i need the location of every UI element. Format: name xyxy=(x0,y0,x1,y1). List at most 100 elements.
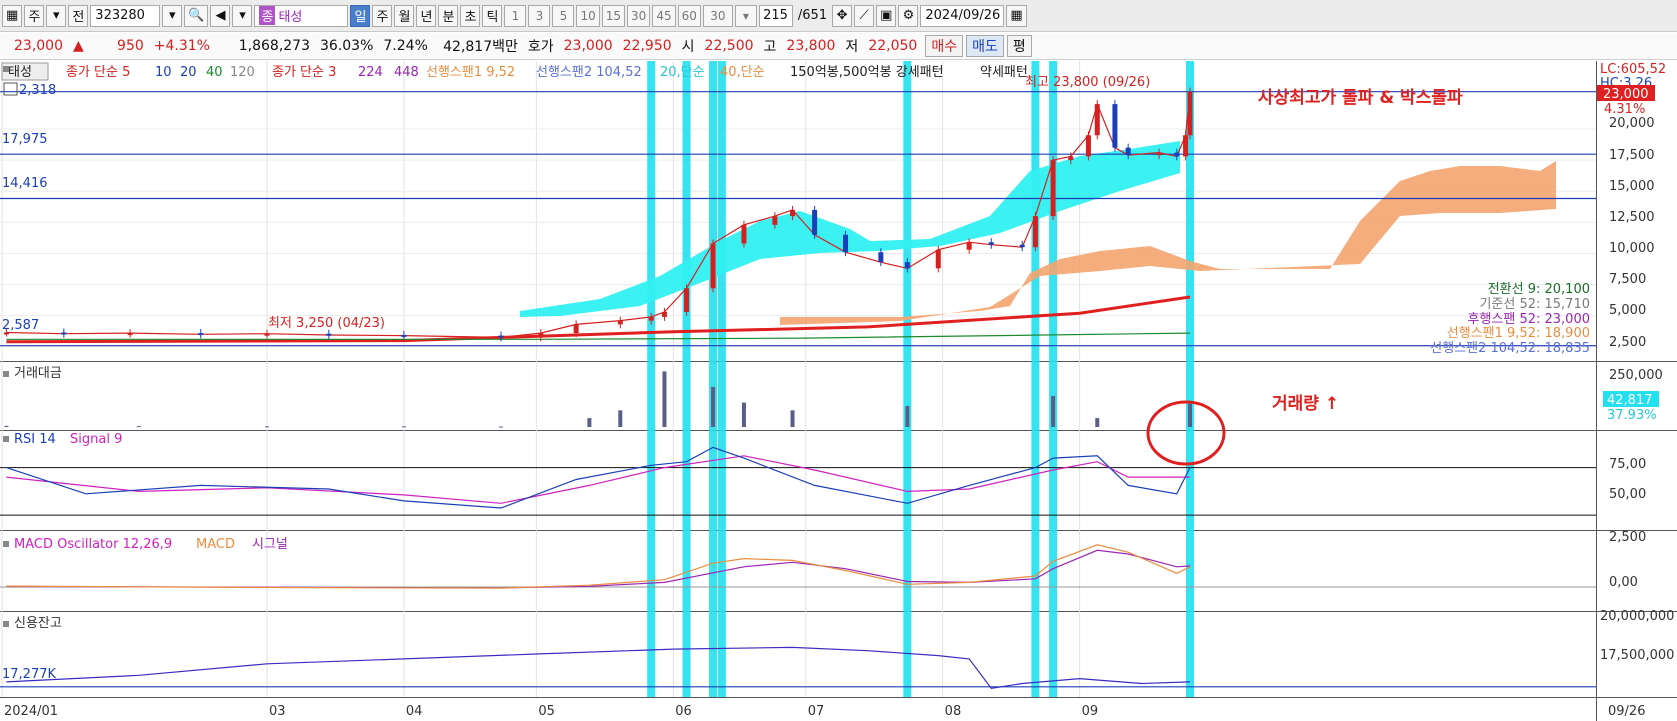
code-dropdown-icon[interactable]: ▾ xyxy=(162,4,183,27)
ytick-credit: 20,000,000 xyxy=(1600,609,1674,624)
chevron-down-icon[interactable]: ▾ xyxy=(46,4,67,27)
next-stock-icon[interactable]: ▾ xyxy=(232,4,253,27)
x-tick-label: 07 xyxy=(808,704,825,719)
candle-body xyxy=(812,209,818,235)
interval-10[interactable]: 10 xyxy=(576,4,600,27)
interval-select[interactable]: 30 xyxy=(702,4,733,27)
interval-dropdown-icon[interactable]: ▾ xyxy=(734,4,757,27)
volume-bar xyxy=(4,425,9,427)
candle-body xyxy=(127,333,133,336)
draw-line-icon[interactable]: ⟋ xyxy=(854,4,875,27)
volume-bar xyxy=(264,426,269,428)
interval-60[interactable]: 60 xyxy=(677,4,701,27)
candle-body xyxy=(1068,156,1074,161)
interval-15[interactable]: 15 xyxy=(601,4,626,27)
panel-toggle-icon[interactable] xyxy=(3,621,9,627)
code-input[interactable]: 323280 xyxy=(90,4,161,27)
candle-body xyxy=(1085,135,1091,157)
count-total: /651 xyxy=(797,8,828,23)
period-button-all[interactable]: 전 xyxy=(68,4,89,27)
tab-timeframe-minute[interactable]: 분 xyxy=(438,4,459,27)
legend-ma10: 10 xyxy=(155,65,172,80)
candle-body xyxy=(538,333,544,338)
panel-toggle-icon[interactable] xyxy=(3,371,9,377)
panel-toggle-icon[interactable] xyxy=(3,541,9,547)
ytick-macd: 2,500 xyxy=(1609,530,1646,545)
current-date-label: 09/26 xyxy=(1608,704,1645,719)
low-label: 저 xyxy=(845,39,859,55)
ask-label: 호가 xyxy=(527,39,554,55)
ytick-macd: 0,00 xyxy=(1609,575,1638,590)
count-input[interactable]: 215 xyxy=(758,4,793,27)
tab-timeframe-day[interactable]: 일 xyxy=(350,4,371,27)
macd-label: MACD xyxy=(196,537,235,552)
search-icon[interactable]: 🔍 xyxy=(184,4,209,27)
ytick-price: 7,500 xyxy=(1609,272,1646,287)
change-percent: +4.31% xyxy=(153,38,210,54)
ytick-price: 2,500 xyxy=(1609,335,1646,350)
credit-left-label: 17,277K xyxy=(2,667,56,682)
volume-bar xyxy=(662,371,667,427)
volume-bar xyxy=(905,405,910,427)
candle-body xyxy=(843,234,849,253)
prev-stock-icon[interactable]: ◀ xyxy=(210,4,231,27)
candle-body xyxy=(198,333,204,336)
save-icon[interactable]: ▣ xyxy=(876,4,897,27)
legend-ma224: 224 xyxy=(358,65,383,80)
candle-body xyxy=(1187,91,1193,136)
sell-button[interactable]: 매도 xyxy=(966,35,1004,57)
interval-5[interactable]: 5 xyxy=(552,4,575,27)
x-tick-label: 2024/01 xyxy=(4,704,58,719)
tab-timeframe-year[interactable]: 년 xyxy=(416,4,437,27)
hline-label: 17,975 xyxy=(2,132,48,147)
volume-bar xyxy=(741,402,746,427)
current-price: 23,000 xyxy=(14,38,63,54)
interval-30[interactable]: 30 xyxy=(627,4,651,27)
hline-label: 2,587 xyxy=(2,318,39,333)
volume-bar xyxy=(1188,403,1192,427)
legend-ma-close3: 종가 단순 3 xyxy=(272,65,336,80)
ytick-rsi: 50,00 xyxy=(1609,487,1646,502)
tab-timeframe-month[interactable]: 월 xyxy=(394,4,415,27)
max-note: 최고 23,800 (09/26) xyxy=(1025,75,1150,90)
candle-body xyxy=(988,242,994,245)
candle-body xyxy=(1125,147,1131,156)
stock-chart[interactable]: 태성 종가 단순 5 10 20 40 120 종가 단순 3 224 448 … xyxy=(0,61,1677,721)
tab-timeframe-tick[interactable]: 틱 xyxy=(482,4,503,27)
tab-timeframe-second[interactable]: 초 xyxy=(460,4,481,27)
stock-name: 태성 xyxy=(278,10,303,25)
candle-body xyxy=(790,209,796,217)
layout-icon[interactable]: ▦ xyxy=(2,4,23,27)
highlight-band xyxy=(709,61,718,697)
macd-title: MACD Oscillator 12,26,9 xyxy=(14,537,172,552)
panel-toggle-icon[interactable] xyxy=(3,66,9,72)
legend-stock: 태성 xyxy=(8,65,32,80)
candle-body xyxy=(1112,104,1118,148)
high-price: 23,800 xyxy=(786,38,836,54)
ytick-price: 15,000 xyxy=(1609,179,1655,194)
panel-toggle-icon[interactable] xyxy=(3,436,9,442)
eval-button[interactable]: 평 xyxy=(1006,35,1032,57)
buy-button[interactable]: 매수 xyxy=(925,35,964,57)
tab-timeframe-week[interactable]: 주 xyxy=(372,4,393,27)
stock-name-field[interactable]: 종 태성 xyxy=(254,4,349,27)
open-price: 22,500 xyxy=(704,38,754,54)
candle-body xyxy=(684,288,690,312)
calendar-icon[interactable]: ▦ xyxy=(1006,4,1027,27)
macd-signal-label: 시그널 xyxy=(252,537,288,552)
period-button-week[interactable]: 주 xyxy=(24,4,45,27)
interval-3[interactable]: 3 xyxy=(528,4,551,27)
volume-bar xyxy=(499,426,504,428)
candle-body xyxy=(710,243,716,289)
interval-1[interactable]: 1 xyxy=(504,4,527,27)
min-note: 최저 3,250 (04/23) xyxy=(268,316,385,331)
volume-pct: 37.93% xyxy=(1607,408,1657,423)
stock-prefix-badge: 종 xyxy=(259,6,276,25)
candle-body xyxy=(772,216,778,225)
crosshair-icon[interactable]: ✥ xyxy=(832,4,853,27)
gear-icon[interactable]: ⚙ xyxy=(898,4,919,27)
trade-amount: 42,817백만 xyxy=(443,39,518,55)
date-input[interactable]: 2024/09/26 xyxy=(920,4,1005,27)
legend-ma40: 40 xyxy=(206,65,223,80)
interval-45[interactable]: 45 xyxy=(652,4,676,27)
